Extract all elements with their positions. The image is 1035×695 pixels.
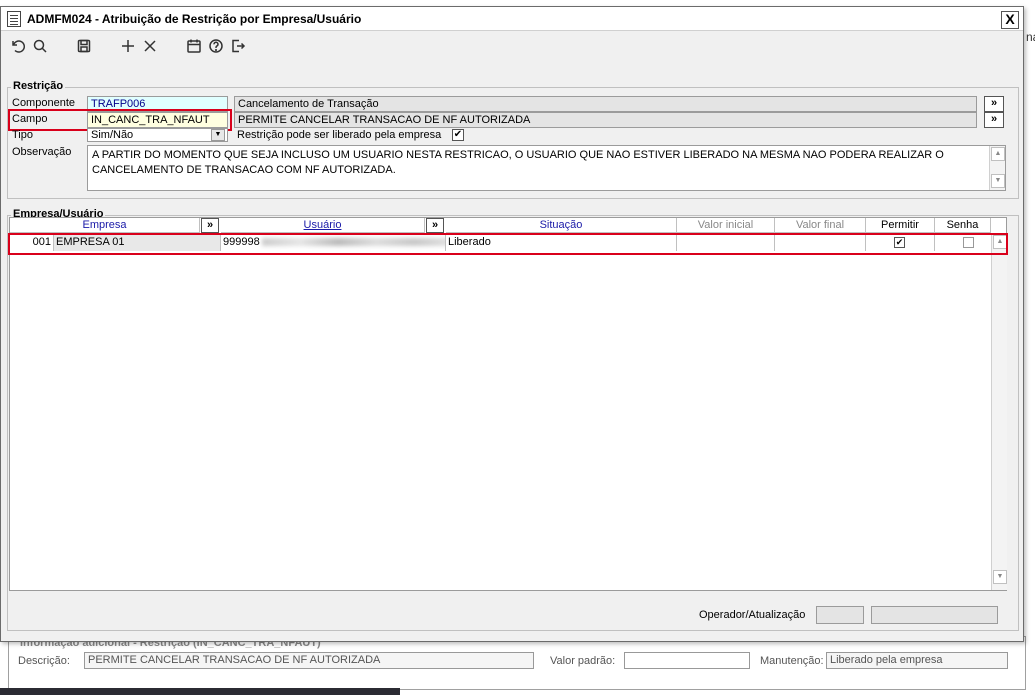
campo-more-button[interactable]: » bbox=[984, 112, 1004, 128]
dialog-window: ADMFM024 - Atribuição de Restrição por E… bbox=[0, 6, 1024, 642]
close-button[interactable]: X bbox=[1001, 11, 1019, 29]
componente-label: Componente bbox=[12, 97, 75, 109]
manutencao-field[interactable]: Liberado pela empresa bbox=[826, 652, 1008, 669]
tipo-select[interactable]: Sim/Não bbox=[87, 128, 228, 142]
empresa-usuario-grid: Empresa » Usuário » Situação Valor inici… bbox=[9, 217, 1007, 591]
componente-desc-field: Cancelamento de Transação bbox=[234, 96, 977, 112]
column-valor-final[interactable]: Valor final bbox=[775, 218, 866, 233]
grid-scrollbar[interactable]: ▲ ▼ bbox=[991, 234, 1007, 590]
column-situacao[interactable]: Situação bbox=[446, 218, 677, 233]
observacao-text: A PARTIR DO MOMENTO QUE SEJA INCLUSO UM … bbox=[92, 149, 944, 176]
tipo-label: Tipo bbox=[12, 129, 33, 141]
column-empresa[interactable]: Empresa bbox=[10, 218, 200, 233]
row-highlight bbox=[8, 233, 1008, 255]
operador-label: Operador/Atualização bbox=[699, 609, 806, 621]
manutencao-label: Manutenção: bbox=[760, 654, 824, 667]
document-icon bbox=[7, 10, 21, 27]
chevron-down-icon[interactable]: ▼ bbox=[211, 129, 225, 141]
save-icon[interactable] bbox=[73, 35, 95, 57]
valor-padrao-label: Valor padrão: bbox=[550, 654, 616, 667]
background-edge-text: na bbox=[1026, 30, 1035, 44]
calendar-icon[interactable] bbox=[183, 35, 205, 57]
usuario-more-button[interactable]: » bbox=[426, 218, 444, 233]
column-senha[interactable]: Senha bbox=[935, 218, 991, 233]
scroll-up-icon[interactable]: ▲ bbox=[991, 147, 1005, 161]
valor-padrao-field[interactable] bbox=[624, 652, 750, 669]
delete-icon[interactable] bbox=[139, 35, 161, 57]
empresa-more-button[interactable]: » bbox=[201, 218, 219, 233]
column-usuario[interactable]: Usuário bbox=[221, 218, 425, 233]
help-icon[interactable] bbox=[205, 35, 227, 57]
column-permitir[interactable]: Permitir bbox=[866, 218, 935, 233]
observacao-label: Observação bbox=[12, 146, 72, 158]
window-title: ADMFM024 - Atribuição de Restrição por E… bbox=[27, 11, 362, 26]
descricao-label: Descrição: bbox=[18, 654, 70, 667]
observacao-scrollbar[interactable]: ▲ ▼ bbox=[989, 146, 1005, 190]
exit-icon[interactable] bbox=[227, 35, 249, 57]
undo-icon[interactable] bbox=[7, 35, 29, 57]
scroll-down-icon[interactable]: ▼ bbox=[993, 570, 1007, 584]
search-icon[interactable] bbox=[29, 35, 51, 57]
liberado-label: Restrição pode ser liberado pela empresa bbox=[237, 129, 442, 141]
taskbar-strip bbox=[0, 688, 400, 695]
atualizacao-field bbox=[871, 606, 998, 624]
componente-more-button[interactable]: » bbox=[984, 96, 1004, 112]
add-icon[interactable] bbox=[117, 35, 139, 57]
operador-field bbox=[816, 606, 864, 624]
title-bar: ADMFM024 - Atribuição de Restrição por E… bbox=[1, 7, 1023, 31]
descricao-field[interactable]: PERMITE CANCELAR TRANSACAO DE NF AUTORIZ… bbox=[84, 652, 534, 669]
column-valor-inicial[interactable]: Valor inicial bbox=[677, 218, 775, 233]
scroll-down-icon[interactable]: ▼ bbox=[991, 174, 1005, 188]
campo-desc-field: PERMITE CANCELAR TRANSACAO DE NF AUTORIZ… bbox=[234, 112, 977, 128]
toolbar bbox=[1, 31, 1023, 61]
liberado-checkbox[interactable]: ✔ bbox=[452, 129, 464, 141]
restricao-group-title: Restrição bbox=[11, 80, 66, 92]
observacao-textarea[interactable]: A PARTIR DO MOMENTO QUE SEJA INCLUSO UM … bbox=[87, 145, 1006, 191]
